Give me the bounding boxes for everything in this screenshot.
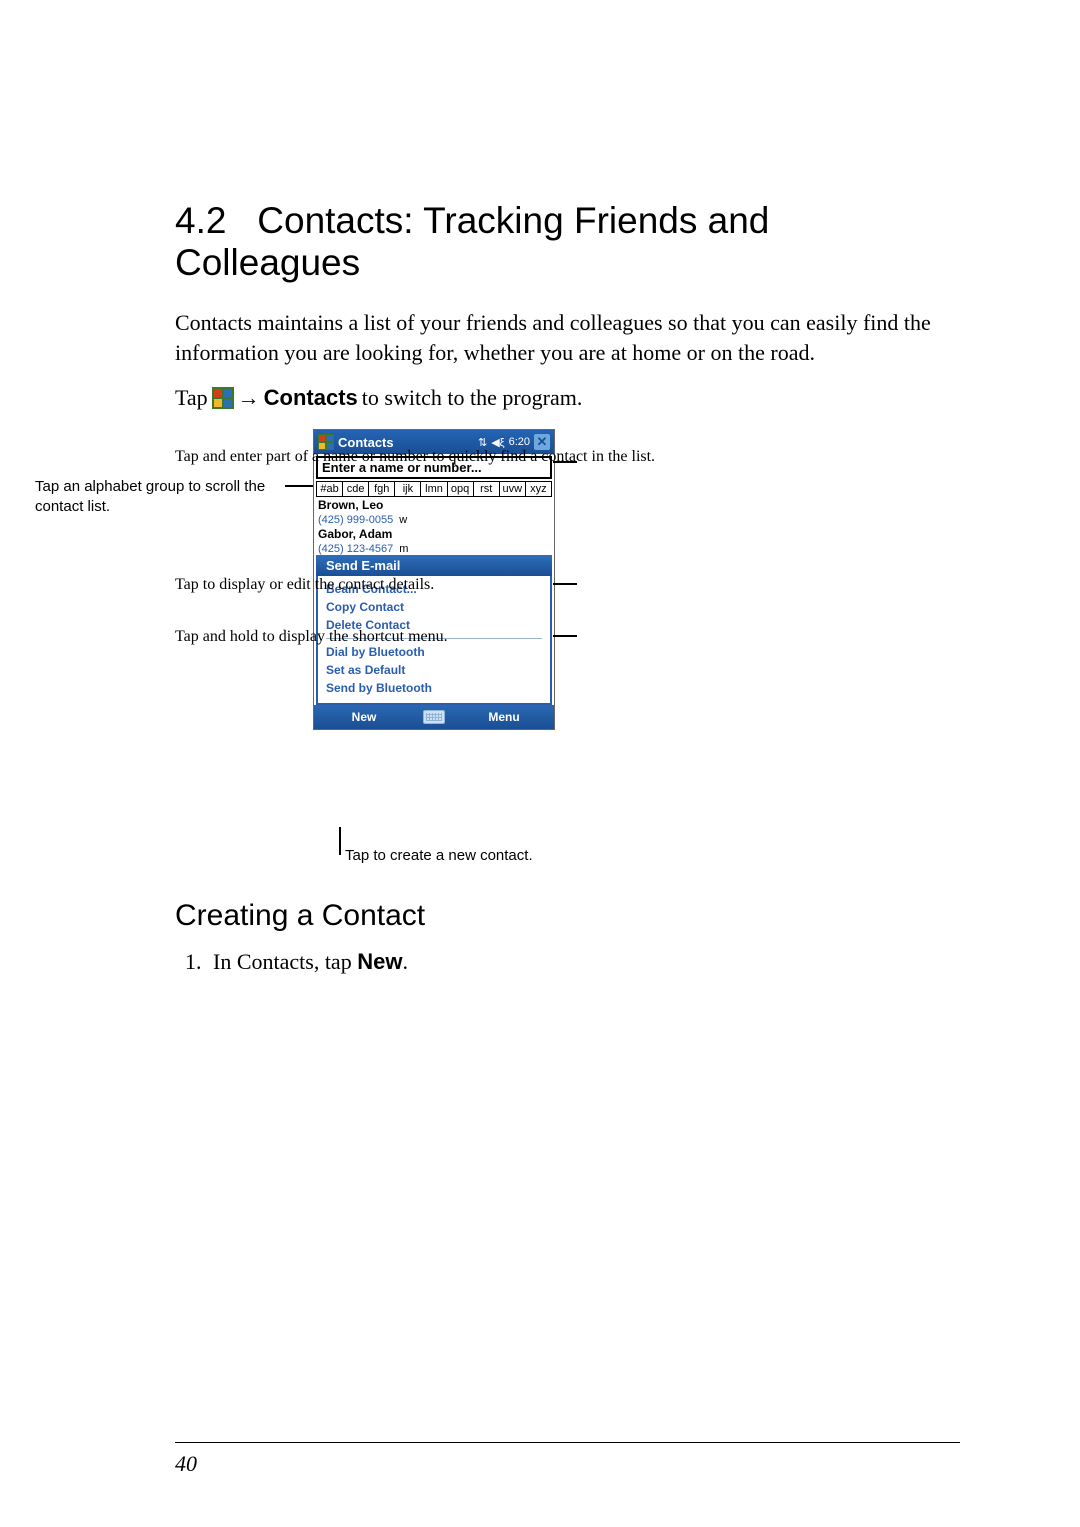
callout-right-top: Tap and enter part of a name or number t… <box>175 447 655 468</box>
device-bottom-bar: New Menu <box>314 705 554 729</box>
callout-left: Tap an alphabet group to scroll the cont… <box>35 477 285 516</box>
alpha-group[interactable]: #ab <box>317 482 343 496</box>
context-menu-item[interactable]: Send by Bluetooth <box>326 679 542 697</box>
step-item: In Contacts, tap New. <box>207 949 960 975</box>
alpha-group[interactable]: uvw <box>500 482 526 496</box>
section-title-text: Contacts: Tracking Friends and Colleague… <box>175 200 769 283</box>
contact-phone: (425) 123-4567 <box>318 543 393 555</box>
tap-instruction: Tap → Contacts to switch to the program. <box>175 385 960 411</box>
contact-row[interactable]: Gabor, Adam (425) 123-4567 m <box>314 526 554 555</box>
keyboard-icon <box>423 710 445 724</box>
footer-rule <box>175 1442 960 1443</box>
callout-line <box>553 635 577 637</box>
context-menu-item[interactable]: Copy Contact <box>326 598 542 616</box>
alphabet-group-row[interactable]: #ab cde fgh ijk lmn opq rst uvw xyz <box>316 481 552 497</box>
screenshot-diagram: Tap an alphabet group to scroll the cont… <box>175 429 935 869</box>
steps-list: In Contacts, tap New. <box>181 949 960 975</box>
tap-prefix: Tap <box>175 385 208 411</box>
callout-line <box>339 827 341 855</box>
context-menu-header[interactable]: Send E-mail <box>316 555 552 576</box>
intro-paragraph: Contacts maintains a list of your friend… <box>175 308 960 367</box>
callout-bottom: Tap to create a new contact. <box>345 847 533 864</box>
step-button: New <box>357 949 402 974</box>
keyboard-button[interactable] <box>414 710 454 724</box>
start-icon <box>212 387 234 409</box>
step-prefix: In Contacts, tap <box>213 949 357 974</box>
alpha-group[interactable]: lmn <box>421 482 447 496</box>
contact-type: w <box>399 514 407 526</box>
subheading: Creating a Contact <box>175 899 960 933</box>
arrow-icon: → <box>238 385 260 411</box>
contact-type: m <box>399 543 408 555</box>
callout-right-mid: Tap to display or edit the contact detai… <box>175 575 434 596</box>
tap-menu: Contacts <box>264 385 358 411</box>
alpha-group[interactable]: rst <box>474 482 500 496</box>
context-menu-item[interactable]: Set as Default <box>326 661 542 679</box>
alpha-group[interactable]: fgh <box>369 482 395 496</box>
menu-button[interactable]: Menu <box>454 710 554 724</box>
new-button[interactable]: New <box>314 710 414 724</box>
alpha-group[interactable]: cde <box>343 482 369 496</box>
section-number: 4.2 <box>175 200 226 241</box>
contact-row[interactable]: Brown, Leo (425) 999-0055 w <box>314 497 554 526</box>
callout-left-line <box>285 485 313 487</box>
contact-name: Gabor, Adam <box>318 527 550 541</box>
tap-suffix: to switch to the program. <box>362 385 583 411</box>
step-suffix: . <box>402 949 408 974</box>
alpha-group[interactable]: opq <box>448 482 474 496</box>
callout-right-bottom: Tap and hold to display the shortcut men… <box>175 627 448 648</box>
section-heading: 4.2 Contacts: Tracking Friends and Colle… <box>175 200 960 284</box>
alpha-group[interactable]: xyz <box>526 482 551 496</box>
page-number: 40 <box>175 1451 197 1477</box>
alpha-group[interactable]: ijk <box>395 482 421 496</box>
contact-name: Brown, Leo <box>318 498 550 512</box>
callout-line <box>553 583 577 585</box>
contact-phone: (425) 999-0055 <box>318 514 393 526</box>
